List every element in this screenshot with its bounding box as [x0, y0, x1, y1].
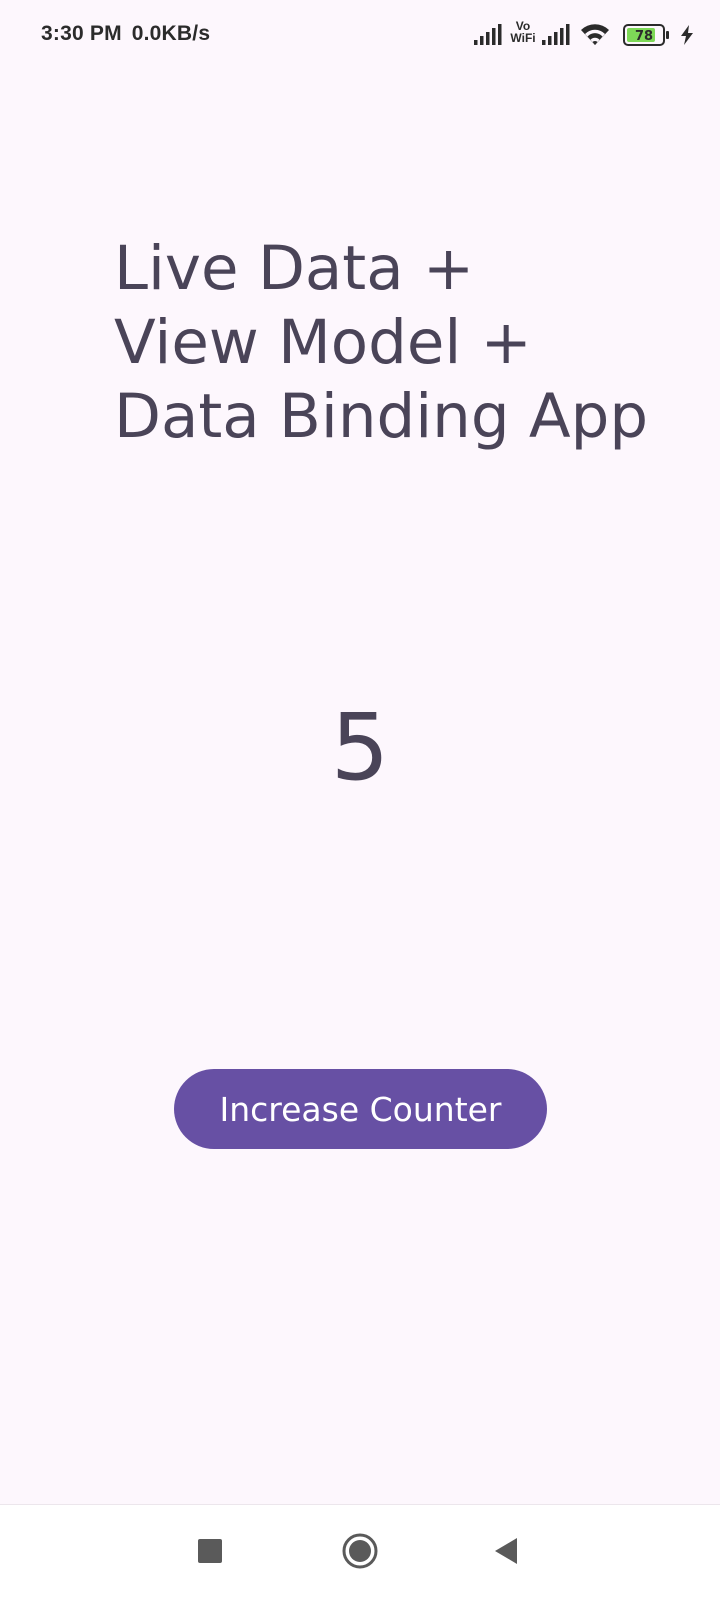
- network-speed: 0.0KB/s: [131, 22, 211, 45]
- signal-icon: [542, 24, 570, 51]
- battery-level: 78: [635, 29, 653, 44]
- wifi-icon: [580, 23, 610, 52]
- counter-value: 5: [330, 694, 390, 801]
- vowifi-icon: Vo WiFi: [510, 20, 536, 44]
- battery-icon: 78: [623, 24, 671, 51]
- page-title: Live Data + View Model + Data Binding Ap…: [114, 233, 649, 452]
- back-icon: [493, 1537, 519, 1570]
- signal-icon: [474, 24, 502, 51]
- vowifi-label-bottom: WiFi: [510, 31, 536, 45]
- status-bar: 3:30 PM 0.0KB/s Vo WiFi 78: [0, 0, 720, 72]
- home-icon: [341, 1532, 379, 1575]
- recents-icon: [197, 1538, 223, 1569]
- increase-counter-label: Increase Counter: [219, 1089, 502, 1129]
- home-button[interactable]: [320, 1505, 400, 1601]
- recents-button[interactable]: [170, 1505, 250, 1601]
- status-left: 3:30 PM 0.0KB/s: [41, 22, 210, 46]
- navigation-bar: [0, 1504, 720, 1601]
- charging-icon: [680, 25, 694, 50]
- status-time: 3:30 PM: [41, 22, 122, 45]
- back-button[interactable]: [466, 1505, 546, 1601]
- increase-counter-button[interactable]: Increase Counter: [174, 1069, 547, 1149]
